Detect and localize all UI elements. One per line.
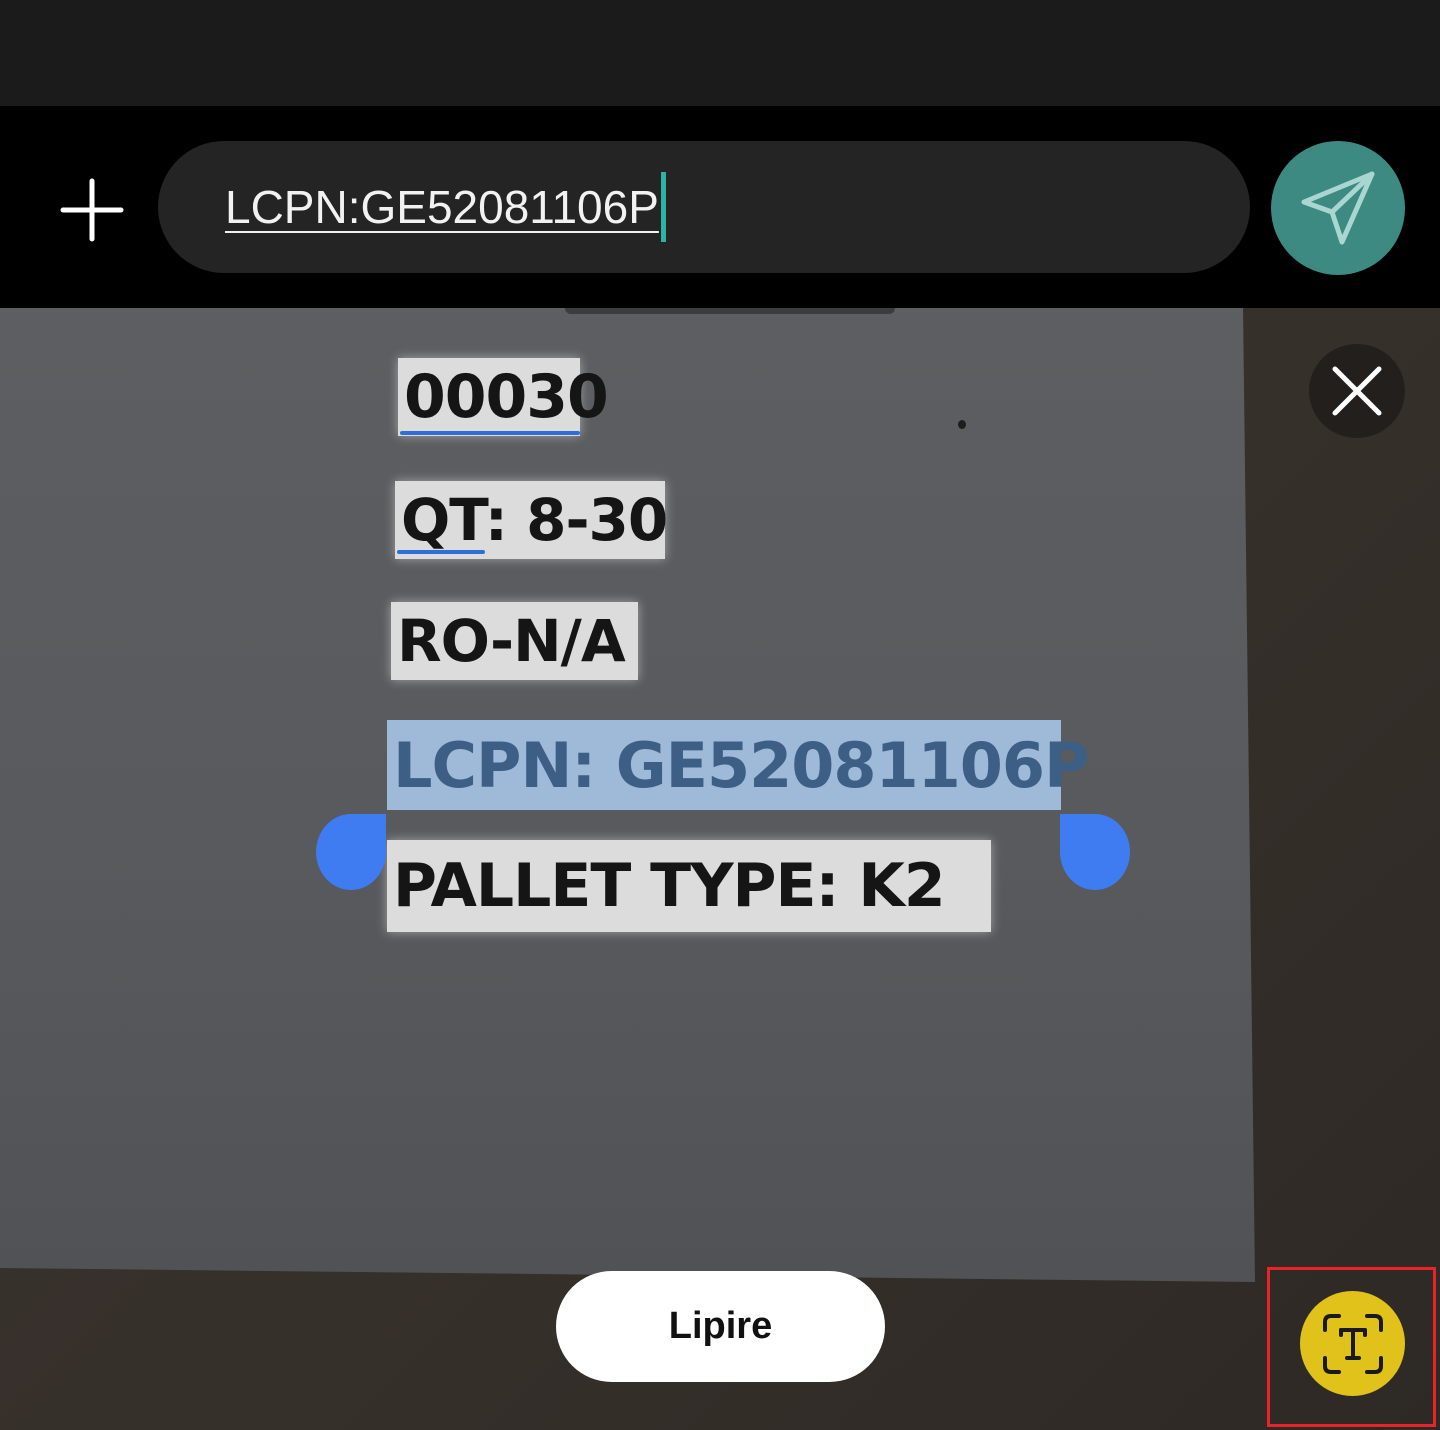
close-button[interactable] [1309,344,1405,438]
input-bar: LCPN:GE52081106P [0,106,1440,308]
ocr-line-text: RO-N/A [397,607,626,675]
selection-handle-end[interactable] [1060,814,1130,890]
ocr-link-underline [397,550,485,554]
status-bar [0,0,1440,106]
message-input[interactable]: LCPN:GE52081106P [158,141,1250,273]
ocr-link-underline [400,431,580,435]
plus-icon [60,178,124,242]
add-button[interactable] [52,170,132,250]
text-scan-icon [1322,1313,1383,1374]
send-button[interactable] [1271,141,1405,275]
ocr-line-text: 00030 [404,362,609,432]
paper-plane-icon [1301,171,1375,245]
ocr-line-text: LCPN: GE52081106P [393,728,1090,802]
read-button[interactable]: Lipire [556,1271,885,1382]
ocr-line-lcpn-selected[interactable]: LCPN: GE52081106P [387,720,1090,810]
close-icon [1332,366,1382,416]
ocr-line-qt[interactable]: QT: 8-30 [395,481,668,559]
text-caret [660,172,666,242]
camera-viewfinder: 00030 QT: 8-30 RO-N/A LCPN: GE52081106P … [0,306,1440,1430]
paper-speck [958,420,966,429]
ocr-line-text: PALLET TYPE: K2 [393,851,946,921]
text-scan-screen: 00030 QT: 8-30 RO-N/A LCPN: GE52081106P … [0,0,1440,1430]
message-input-value: LCPN:GE52081106P [225,181,659,233]
selection-handle-start[interactable] [316,814,386,890]
ocr-line-text: QT: 8-30 [401,486,668,554]
read-button-label: Lipire [668,1305,773,1347]
ocr-line-00030[interactable]: 00030 [398,358,609,436]
ocr-line-ro[interactable]: RO-N/A [391,602,638,680]
scan-text-button[interactable] [1300,1291,1405,1396]
ocr-line-pallet-type[interactable]: PALLET TYPE: K2 [387,840,991,932]
